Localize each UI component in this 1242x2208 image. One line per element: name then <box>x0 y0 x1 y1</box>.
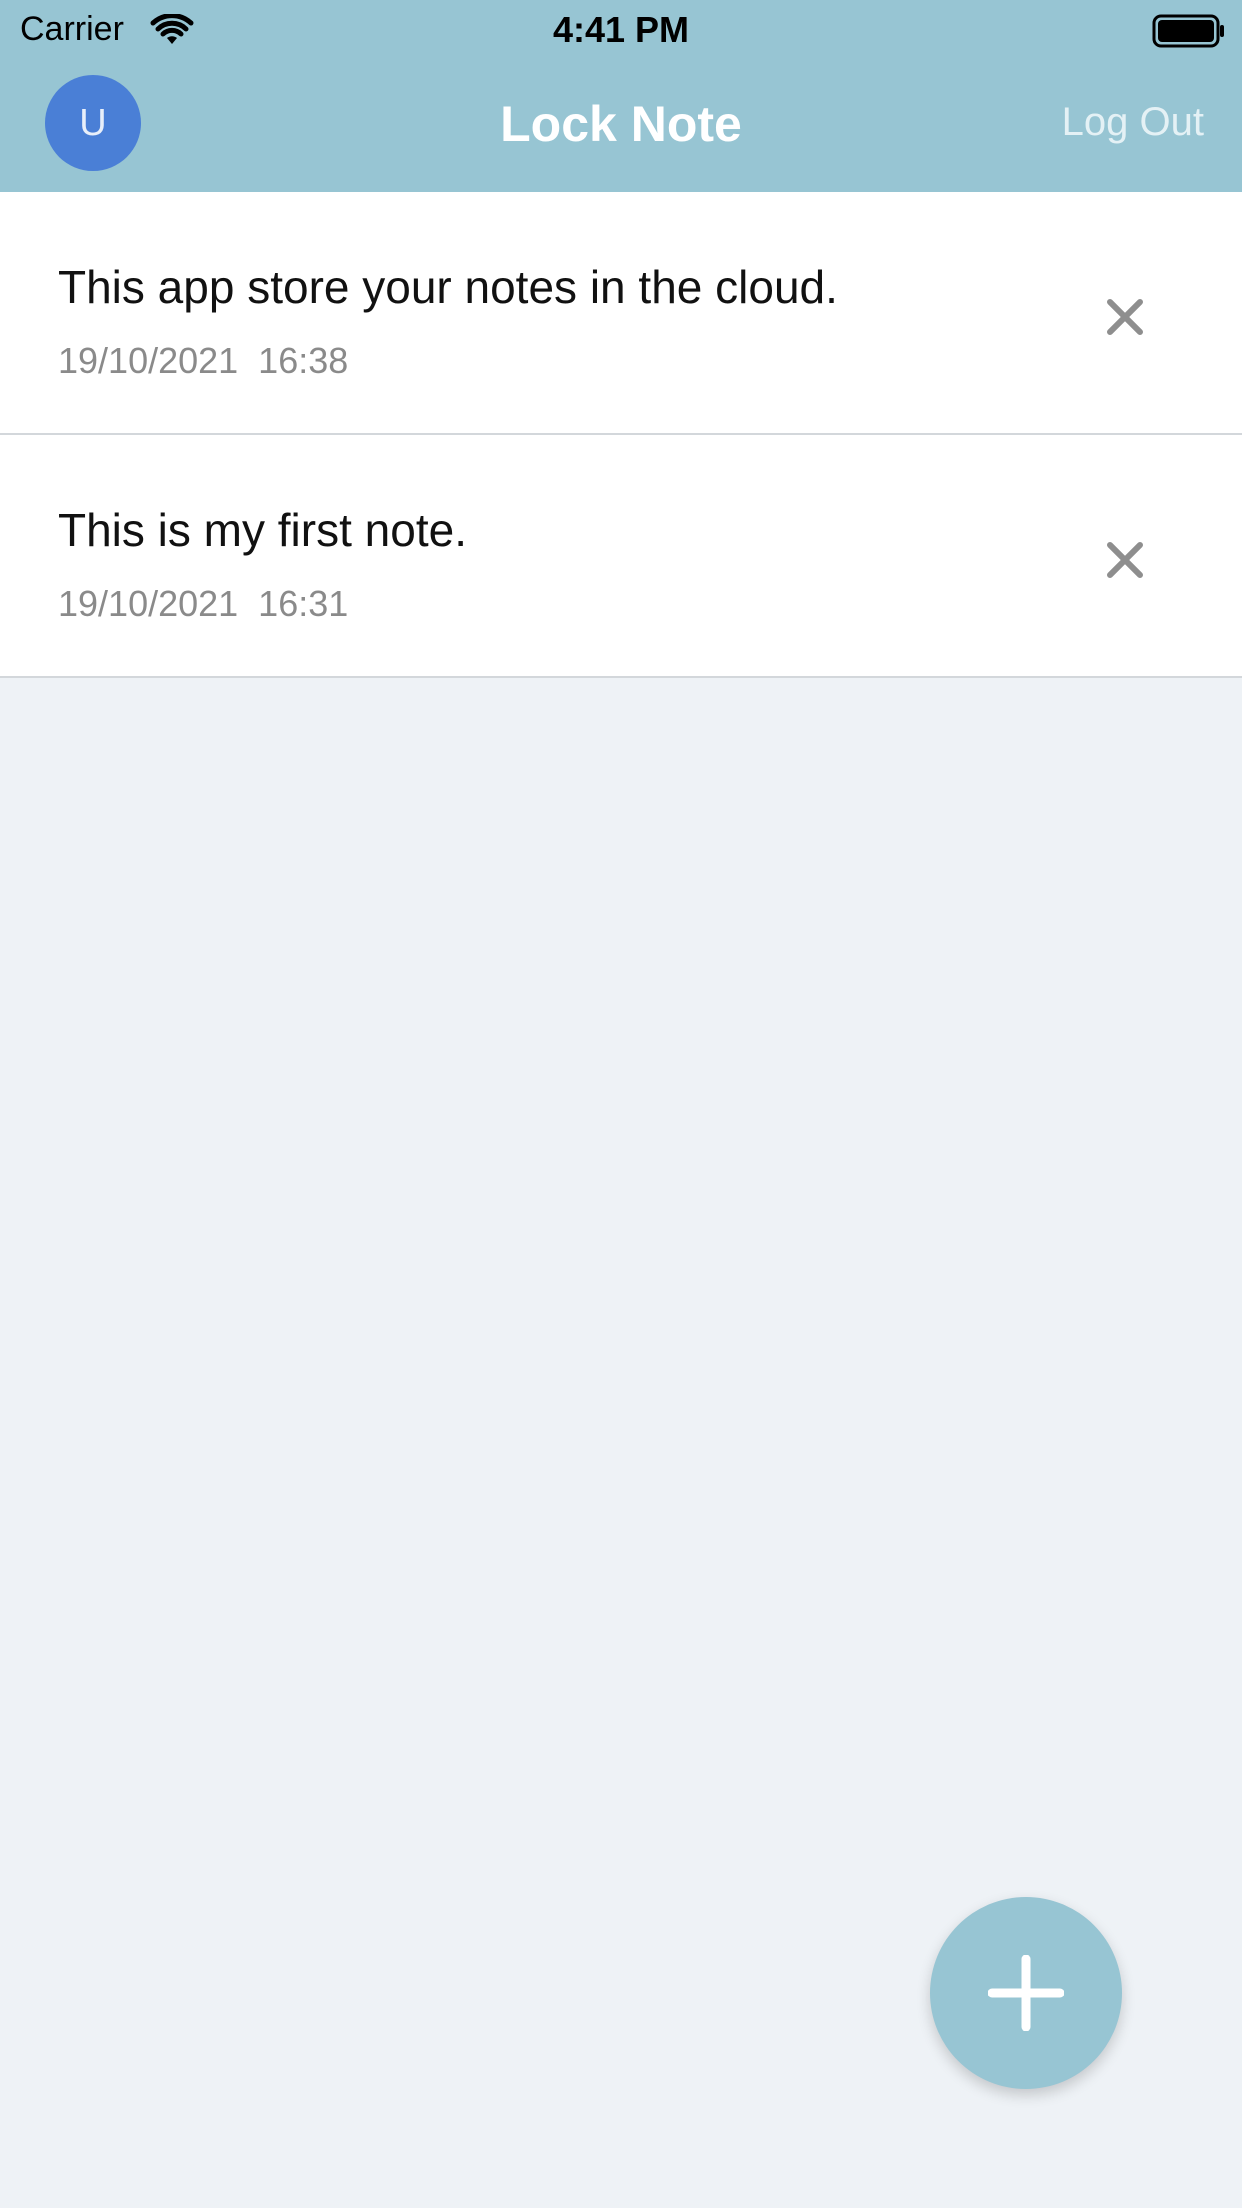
note-timestamp: 19/10/2021 16:31 <box>58 583 349 624</box>
add-note-button[interactable] <box>930 1897 1122 2089</box>
plus-icon <box>988 1955 1064 2031</box>
delete-note-button[interactable] <box>1090 282 1160 352</box>
logout-button[interactable]: Log Out <box>1062 100 1204 145</box>
status-bar: Carrier 4:41 PM <box>0 0 1242 62</box>
note-list: This app store your notes in the cloud. … <box>0 192 1242 678</box>
app-header: Carrier 4:41 PM U Lock Note Log Out <box>0 0 1242 192</box>
page-title: Lock Note <box>500 96 742 152</box>
note-item[interactable]: This is my first note. 19/10/2021 16:31 <box>0 435 1242 678</box>
note-text: This is my first note. <box>58 504 467 556</box>
battery-icon <box>1152 14 1224 48</box>
note-item[interactable]: This app store your notes in the cloud. … <box>0 192 1242 435</box>
note-timestamp: 19/10/2021 16:38 <box>58 340 349 381</box>
close-icon <box>1107 542 1143 578</box>
close-icon <box>1107 299 1143 335</box>
delete-note-button[interactable] <box>1090 525 1160 595</box>
note-text: This app store your notes in the cloud. <box>58 261 838 313</box>
status-time: 4:41 PM <box>552 9 690 50</box>
